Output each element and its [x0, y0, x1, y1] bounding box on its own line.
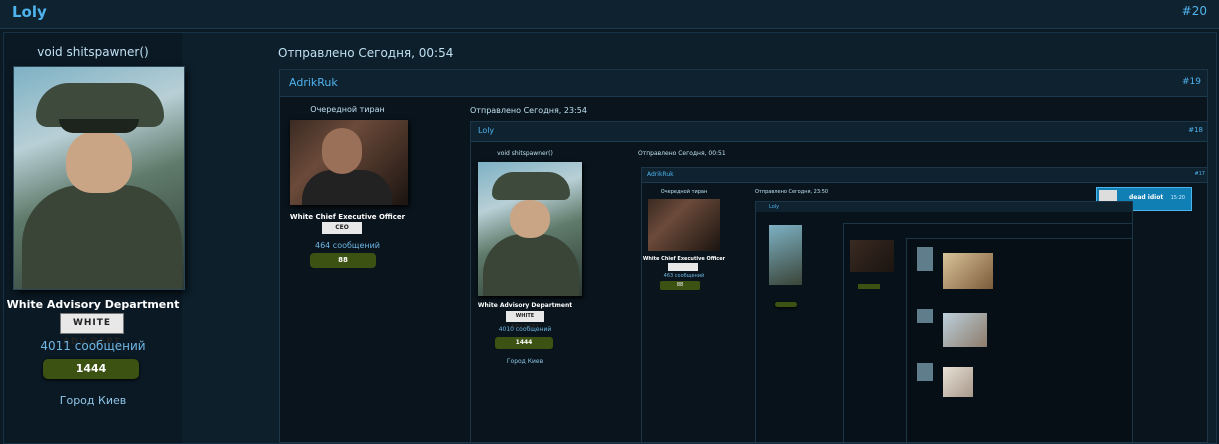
quoted-post-screenshot: AdrikRuk #19 Очередной тиран White Chief… [279, 69, 1208, 443]
quote2-user-city: Город Киев [506, 358, 544, 365]
quote-author: AdrikRuk [289, 76, 338, 89]
quote3-message-count: 463 сообщений [663, 273, 705, 279]
quote-sent-time: Отправлено Сегодня, 23:54 [470, 106, 587, 115]
quote3-number: #17 [1194, 171, 1205, 177]
quote-avatar [290, 120, 408, 205]
avatar[interactable] [14, 67, 184, 289]
post-author-link[interactable]: Loly [12, 3, 47, 21]
deep-author: Loly [769, 204, 780, 210]
user-rank: White Advisory Department [6, 298, 180, 311]
quote2-user-rank: White Advisory Department [477, 302, 573, 309]
user-nick: void shitspawner() [37, 45, 149, 59]
nested-quote-2: Loly #18 void shitspawner() White Adviso… [470, 121, 1207, 442]
quote-user-nick: Очередной тиран [310, 105, 385, 114]
user-panel: void shitspawner() White Advisory Depart… [4, 33, 184, 443]
notification-time: 15:20 [1170, 195, 1185, 201]
quote3-avatar [648, 199, 720, 251]
embedded-image [943, 313, 987, 347]
post-header: Loly #20 [0, 0, 1219, 29]
quote-message-count: 464 сообщений [314, 241, 381, 250]
quote3-reputation: 88 [660, 281, 700, 290]
post-number-link[interactable]: #20 [1182, 4, 1207, 18]
embedded-image [943, 367, 973, 397]
post-body: void shitspawner() White Advisory Depart… [3, 32, 1217, 444]
post-sent-time: Отправлено Сегодня, 00:54 [278, 46, 454, 60]
deeper-avatar [850, 240, 894, 272]
quote2-avatar [478, 162, 582, 296]
deep-avatar [769, 225, 802, 285]
quote-header: AdrikRuk #19 [280, 70, 1207, 97]
reputation-badge[interactable]: 1444 [43, 359, 139, 379]
deeper-quote [843, 223, 1132, 442]
quote3-header: AdrikRuk #17 [642, 168, 1207, 183]
quote-number: #19 [1182, 77, 1201, 87]
nested-quote-3: AdrikRuk #17 Очередной тиран White Chief… [641, 167, 1207, 442]
message-count[interactable]: 4011 сообщений [4, 339, 182, 353]
quote2-rank-badge: WHITE ADV.DEPT [506, 311, 544, 330]
rank-badge: WHITE ADV.DEPT [60, 313, 124, 347]
quote2-author: Loly [478, 126, 495, 135]
quote3-rank-badge [668, 263, 698, 271]
quote3-user-nick: Очередной тиран [660, 189, 708, 195]
quote3-sent-time: Отправлено Сегодня, 23:50 [755, 189, 829, 195]
quote2-sent-time: Отправлено Сегодня, 00:51 [638, 150, 726, 157]
quote-reputation: 88 [310, 253, 376, 268]
embedded-image [943, 253, 993, 289]
quote2-number: #18 [1188, 126, 1203, 134]
quote3-user-rank: White Chief Executive Officer [642, 256, 726, 262]
deeper-reputation [858, 284, 880, 289]
quote2-reputation: 1444 [495, 337, 553, 349]
quote2-header: Loly #18 [471, 122, 1207, 142]
quote3-author: AdrikRuk [647, 171, 674, 178]
quote2-message-count: 4010 сообщений [498, 326, 552, 333]
deeply-nested-quotes: Loly [755, 201, 1133, 442]
notification-text: dead idiot [1129, 194, 1164, 201]
user-city: Город Киев [59, 394, 127, 407]
quote-rank-badge: CEO [322, 222, 362, 234]
deepest-quote [906, 238, 1132, 442]
quote-user-rank: White Chief Executive Officer [289, 213, 406, 221]
quote2-user-nick: void shitspawner() [497, 150, 553, 157]
deep-reputation [775, 302, 797, 307]
